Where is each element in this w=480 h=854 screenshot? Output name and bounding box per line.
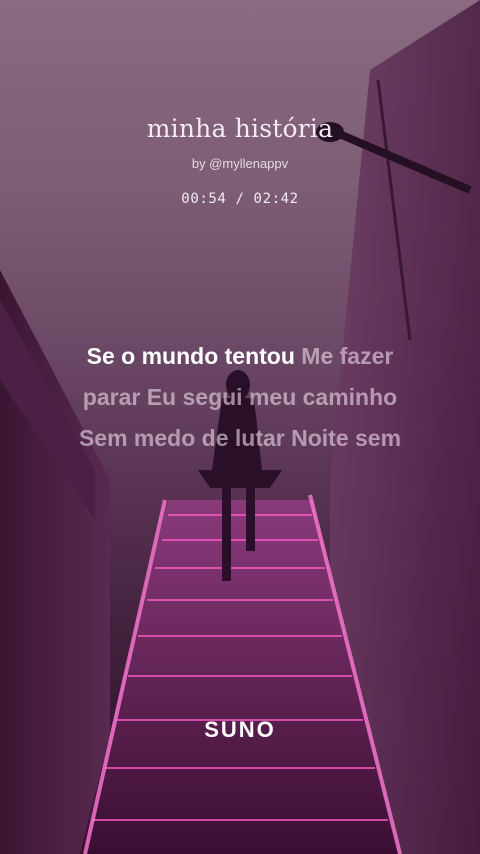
lyrics-panel: Se o mundo tentou Me fazer parar Eu segu… <box>0 336 480 459</box>
time-separator: / <box>226 191 254 207</box>
lyric-sung-text: Se o mundo tentou <box>86 343 295 369</box>
player-screen: minha história by @myllenappv 00:54 / 02… <box>0 0 480 854</box>
lyric-line: parar Eu segui meu caminho <box>82 384 398 410</box>
total-duration: 02:42 <box>253 191 299 207</box>
lyric-line: Se o mundo tentou Me fazer <box>0 336 480 377</box>
elapsed-time: 00:54 <box>181 191 227 207</box>
lyric-upcoming-text: Me fazer <box>301 343 394 369</box>
suno-logo: SUNO <box>204 717 276 742</box>
track-overlay: minha história by @myllenappv 00:54 / 02… <box>0 0 480 854</box>
lyric-line: Sem medo de lutar Noite sem <box>78 425 402 451</box>
playback-time: 00:54 / 02:42 <box>0 191 480 207</box>
artist-byline: by @myllenappv <box>191 156 289 171</box>
song-title: minha história <box>146 114 334 143</box>
